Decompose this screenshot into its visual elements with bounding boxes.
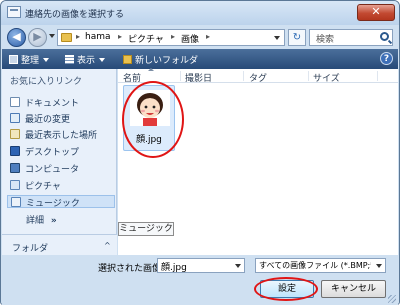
sidebar-item-label: ピクチャ [25,182,61,192]
column-divider[interactable] [180,71,181,81]
organize-button[interactable]: 整理 [9,53,50,66]
double-chevron-icon: » [50,216,57,226]
filename-field[interactable]: 顔.jpg [157,258,245,273]
address-dropdown-icon[interactable] [274,36,280,40]
filename-value: 顔.jpg [161,263,187,273]
sidebar-item-label: コンピュータ [25,165,80,175]
chevron-right-icon[interactable]: ▸ [118,32,122,41]
recent-pages-dropdown-icon[interactable] [49,34,55,38]
sidebar-item-pictures[interactable]: ピクチャ [10,179,114,192]
views-label: 表示 [77,56,96,66]
column-date-taken[interactable]: 撮影日 [185,71,212,84]
chevron-right-icon: ▸ [76,32,81,41]
sidebar-item-documents[interactable]: ドキュメント [10,96,114,109]
breadcrumb-pictures[interactable]: ピクチャ [128,32,164,45]
back-button[interactable]: ◀ [7,28,26,47]
music-icon [11,197,21,207]
desktop-icon [10,146,20,156]
sidebar-item-recent-changes[interactable]: 最近の変更 [10,112,114,125]
column-divider[interactable] [308,71,309,81]
dialog-footer: 選択された画像: 顔.jpg すべての画像ファイル (*.BMP;*.GIF 設… [2,255,398,305]
refresh-button[interactable]: ↻ [288,29,306,46]
sidebar-item-label: ミュージック [26,199,80,209]
filetype-value: すべての画像ファイル (*.BMP;*.GIF [259,261,371,270]
navigation-pane: お気に入りリンク ドキュメント 最近の変更 最近表示した場所 デスクトップ コン… [2,69,117,255]
breadcrumb-images[interactable]: 画像 [181,32,199,45]
filetype-select[interactable]: すべての画像ファイル (*.BMP;*.GIF [255,258,386,273]
computer-icon [10,163,20,173]
column-size[interactable]: サイズ [313,71,340,84]
more-label: 詳細 [26,216,45,226]
column-divider[interactable] [243,71,244,81]
folders-toggle[interactable]: フォルダ ^ [2,234,117,255]
tooltip: ミュージック [118,222,174,236]
chevron-up-icon: ^ [104,241,111,250]
title-bar[interactable]: 連絡先の画像を選択する ✕ [1,1,399,25]
organize-label: 整理 [21,56,40,66]
address-row: ◀ ▶ ▸ hama ▸ ピクチャ ▸ 画像 ▸ ↻ 検索 [1,25,399,49]
documents-icon [10,97,20,107]
chevron-down-icon[interactable] [235,264,241,268]
command-bar: 整理 表示 新しいフォルダ ? [2,49,398,69]
search-placeholder: 検索 [316,35,335,45]
chevron-right-icon[interactable]: ▸ [206,32,210,41]
new-folder-button[interactable]: 新しいフォルダ [123,53,198,66]
annotation-circle-set-button [254,277,318,301]
sidebar-item-label: デスクトップ [25,148,80,158]
sidebar-item-label: 最近表示した場所 [25,131,98,141]
forward-button[interactable]: ▶ [28,28,47,47]
chevron-down-icon [43,58,50,62]
folders-label: フォルダ [12,244,49,254]
help-icon[interactable]: ? [380,52,393,65]
column-name[interactable]: 名前 [123,71,141,84]
breadcrumb-hama[interactable]: hama [85,32,111,42]
column-header-row: 名前 撮影日 タグ サイズ [118,68,398,84]
search-icon[interactable] [380,32,389,41]
filename-label: 選択された画像: [98,264,165,274]
window-title: 連絡先の画像を選択する [25,10,125,20]
more-links[interactable]: 詳細 » [26,213,57,226]
sidebar-item-label: ドキュメント [25,99,80,109]
sidebar-item-label: 最近の変更 [25,115,71,125]
search-input[interactable]: 検索 [309,29,393,46]
organize-icon [9,55,18,64]
resize-grip-icon[interactable] [388,295,396,303]
column-tags[interactable]: タグ [249,71,267,84]
sidebar-item-desktop[interactable]: デスクトップ [10,145,114,158]
chevron-down-icon [99,58,106,62]
sidebar-item-music[interactable]: ミュージック [7,195,115,209]
chevron-down-icon[interactable] [376,264,382,268]
new-folder-icon [123,55,132,64]
sidebar-item-computer[interactable]: コンピュータ [10,162,114,175]
folder-icon [61,33,72,42]
close-button[interactable]: ✕ [357,4,395,21]
annotation-circle-file [122,81,184,158]
favorites-header: お気に入りリンク [10,77,83,87]
chevron-right-icon[interactable]: ▸ [171,32,175,41]
recent-changes-icon [10,113,20,123]
views-button[interactable]: 表示 [65,53,106,66]
recent-places-icon [10,129,20,139]
sort-ascending-icon [148,68,154,71]
file-picker-dialog: 連絡先の画像を選択する ✕ ◀ ▶ ▸ hama ▸ ピクチャ ▸ 画像 ▸ ↻… [0,0,400,305]
pictures-icon [10,180,20,190]
views-icon [65,55,74,64]
contact-card-icon [7,6,21,18]
cancel-button[interactable]: キャンセル [321,280,386,298]
column-divider[interactable] [377,71,378,81]
new-folder-label: 新しいフォルダ [135,56,199,66]
sidebar-item-recent-places[interactable]: 最近表示した場所 [10,128,114,141]
address-bar[interactable]: ▸ hama ▸ ピクチャ ▸ 画像 ▸ [57,29,285,46]
